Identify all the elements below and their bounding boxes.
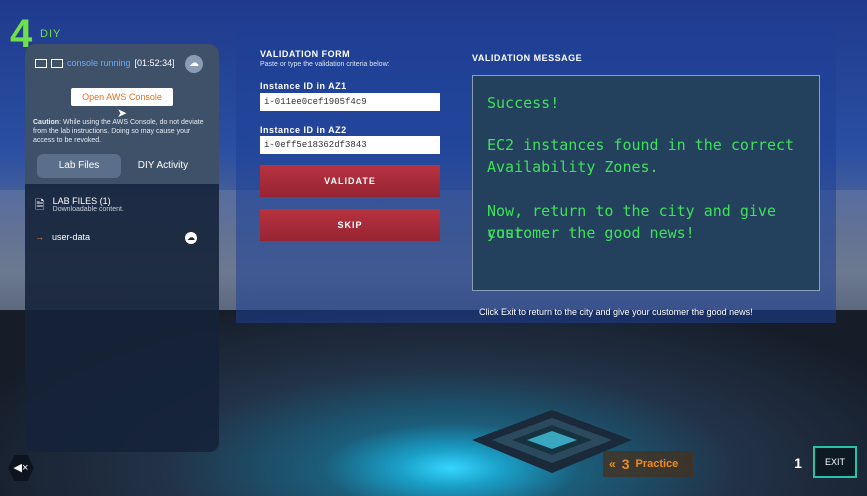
az1-input[interactable]: i-011ee0cef1905f4c9 bbox=[260, 93, 440, 111]
caution-text: Caution: While using the AWS Console, do… bbox=[33, 118, 213, 145]
tab-lab-files[interactable]: Lab Files bbox=[37, 154, 121, 178]
message-line: EC2 instances found in the correct bbox=[487, 136, 795, 154]
screen-icon bbox=[35, 58, 47, 68]
open-console-button[interactable]: Open AWS Console bbox=[71, 88, 173, 106]
az2-input[interactable]: i-0eff5e18362df3843 bbox=[260, 136, 440, 154]
form-title: VALIDATION FORM bbox=[260, 49, 351, 59]
chevron-left-icon: « bbox=[609, 457, 616, 471]
arrow-right-icon: → bbox=[35, 232, 44, 242]
exit-instruction: Click Exit to return to the city and giv… bbox=[479, 307, 753, 317]
sidebar-tabs: Lab Files DIY Activity bbox=[37, 154, 205, 178]
mission-type-label: DIY bbox=[40, 28, 62, 40]
validation-panel: VALIDATION FORM Paste or type the valida… bbox=[236, 23, 836, 323]
console-panel: console running [01:52:34] ☁ Open AWS Co… bbox=[25, 44, 219, 184]
practice-button[interactable]: « 3 Practice bbox=[603, 451, 693, 477]
cloud-upload-icon[interactable]: ☁ bbox=[185, 55, 203, 73]
tab-diy-activity[interactable]: DIY Activity bbox=[121, 154, 205, 178]
lab-files-title: LAB FILES (1) bbox=[52, 196, 111, 206]
level-one-icon: 1 bbox=[794, 455, 802, 471]
form-subtitle: Paste or type the validation criteria be… bbox=[260, 61, 390, 68]
message-line: Success! bbox=[487, 94, 560, 112]
file-icon: 🗎 bbox=[35, 198, 45, 212]
practice-label: Practice bbox=[635, 458, 679, 470]
message-line: Availability Zones. bbox=[487, 158, 659, 176]
lab-files-subtitle: Downloadable content. bbox=[52, 206, 124, 213]
screen-icon bbox=[51, 58, 63, 68]
validation-message-box: Success! EC2 instances found in the corr… bbox=[472, 75, 820, 291]
skip-button[interactable]: SKIP bbox=[260, 209, 440, 241]
console-timer: [01:52:34] bbox=[134, 58, 175, 68]
az1-label: Instance ID in AZ1 bbox=[260, 81, 347, 91]
caution-label: Caution bbox=[33, 119, 60, 126]
exit-button[interactable]: EXIT bbox=[813, 446, 857, 478]
file-name: user-data bbox=[52, 232, 91, 242]
lab-files-header: 🗎 LAB FILES (1) Downloadable content. bbox=[35, 196, 124, 217]
validate-button[interactable]: VALIDATE bbox=[260, 165, 440, 197]
download-icon[interactable]: ☁ bbox=[185, 232, 197, 244]
caution-body: : While using the AWS Console, do not de… bbox=[33, 119, 204, 144]
az2-label: Instance ID in AZ2 bbox=[260, 125, 347, 135]
message-title: VALIDATION MESSAGE bbox=[472, 53, 583, 63]
console-status: console running [01:52:34] bbox=[35, 58, 175, 68]
message-line: customer the good news! bbox=[487, 224, 695, 242]
practice-number: 3 bbox=[621, 456, 630, 472]
lab-sidebar: console running [01:52:34] ☁ Open AWS Co… bbox=[25, 44, 219, 452]
console-status-text: console running bbox=[67, 58, 131, 68]
list-item[interactable]: → user-data bbox=[35, 232, 195, 242]
